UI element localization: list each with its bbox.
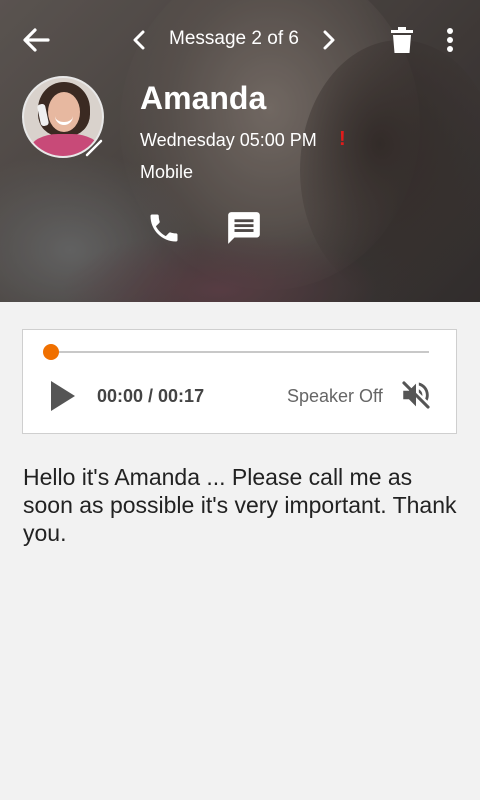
next-message-button[interactable]	[314, 24, 344, 56]
playback-time: 00:00 / 00:17	[97, 386, 205, 406]
more-vertical-icon	[447, 28, 453, 52]
trash-icon	[391, 27, 413, 53]
delete-button[interactable]	[384, 20, 420, 60]
top-bar: Message 2 of 6	[0, 0, 480, 80]
play-icon	[51, 381, 75, 411]
more-options-button[interactable]	[434, 20, 466, 60]
voicemail-player: 00:00 / 00:17 Speaker Off	[22, 329, 457, 434]
message-datetime: Wednesday 05:00 PM	[140, 130, 317, 150]
voicemail-transcript: Hello it's Amanda ... Please call me as …	[23, 464, 457, 546]
call-button[interactable]	[142, 206, 186, 250]
speaker-toggle-button[interactable]	[397, 377, 435, 413]
progress-thumb[interactable]	[43, 344, 59, 360]
urgent-marker: !	[339, 128, 346, 150]
chevron-right-icon	[323, 30, 335, 50]
progress-track[interactable]	[51, 351, 429, 353]
phone-icon	[150, 214, 178, 242]
arrow-left-icon	[23, 28, 50, 52]
chevron-left-icon	[133, 30, 145, 50]
speaker-status-label: Speaker Off	[287, 386, 383, 406]
message-icon	[228, 212, 260, 244]
back-button[interactable]	[14, 22, 58, 58]
previous-message-button[interactable]	[124, 24, 154, 56]
play-button[interactable]	[45, 378, 79, 414]
contact-name: Amanda	[140, 80, 267, 116]
speaker-muted-icon	[402, 381, 430, 409]
message-counter: Message 2 of 6	[169, 28, 299, 49]
avatar-corner-mark-icon	[85, 139, 103, 157]
send-message-button[interactable]	[222, 206, 266, 250]
phone-type-label: Mobile	[140, 162, 194, 182]
